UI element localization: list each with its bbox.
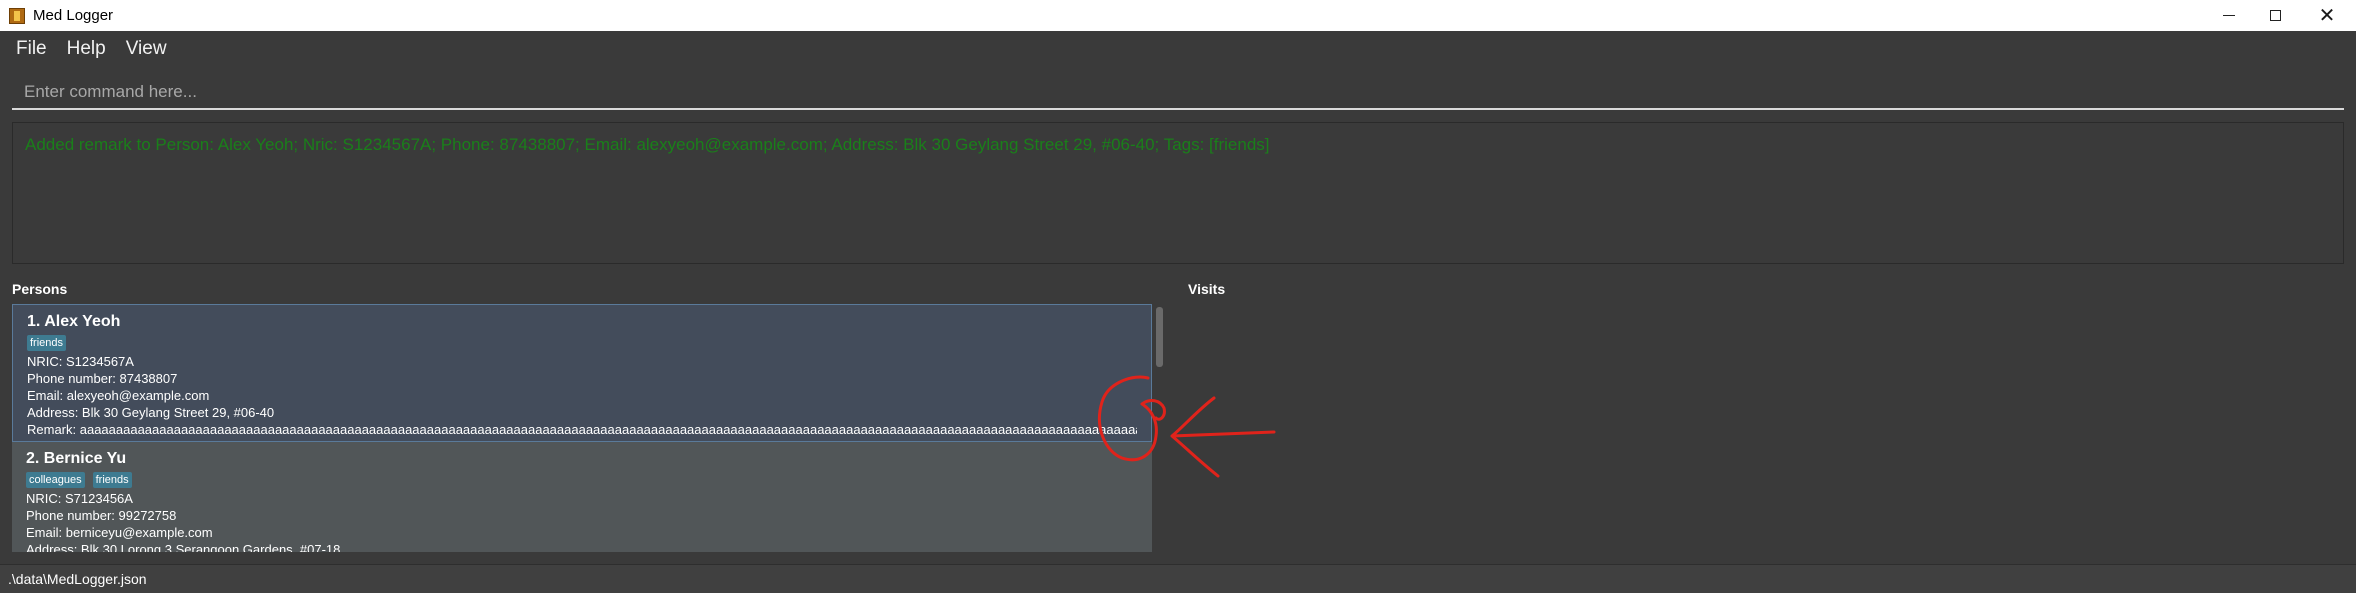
- person-email: Email: berniceyu@example.com: [26, 525, 213, 540]
- window-title: Med Logger: [33, 7, 114, 24]
- close-button[interactable]: ✕: [2298, 0, 2356, 31]
- person-email: Email: alexyeoh@example.com: [27, 388, 210, 403]
- annotation-arrow: [1170, 396, 1276, 478]
- person-phone: Phone number: 87438807: [27, 371, 178, 386]
- annotation-circle: [1097, 375, 1166, 462]
- command-input[interactable]: [24, 82, 2332, 102]
- person-card[interactable]: 2. Bernice Yu colleagues friends NRIC: S…: [12, 442, 1152, 552]
- minimize-button[interactable]: [2206, 0, 2252, 31]
- person-list-scrollbar[interactable]: [1156, 307, 1163, 367]
- person-remark: Remark: aaaaaaaaaaaaaaaaaaaaaaaaaaaaaaaa…: [27, 422, 1137, 437]
- person-address: Address: Blk 30 Lorong 3 Serangoon Garde…: [26, 542, 341, 552]
- person-phone: Phone number: 99272758: [26, 508, 177, 523]
- person-name: 1. Alex Yeoh: [27, 313, 121, 330]
- red-annotation-drawing: [1097, 375, 1276, 478]
- window-controls: ✕: [2206, 0, 2356, 31]
- visits-panel-title: Visits: [1188, 281, 1226, 297]
- maximize-button[interactable]: [2252, 0, 2298, 31]
- close-icon: ✕: [2318, 5, 2336, 27]
- person-card[interactable]: 1. Alex Yeoh friends NRIC: S1234567A Pho…: [12, 304, 1152, 442]
- menu-file[interactable]: File: [16, 38, 47, 60]
- tag: colleagues: [26, 472, 85, 488]
- title-bar: Med Logger ✕: [0, 0, 2356, 31]
- tag: friends: [27, 335, 67, 351]
- person-nric: NRIC: S1234567A: [27, 354, 134, 369]
- maximize-icon: [2269, 10, 2281, 21]
- menu-help[interactable]: Help: [67, 38, 106, 60]
- minimize-icon: [2223, 15, 2235, 16]
- persons-panel-title: Persons: [12, 281, 68, 297]
- status-bar: .\data\MedLogger.json: [0, 564, 2356, 593]
- person-name: 2. Bernice Yu: [26, 450, 127, 467]
- person-list[interactable]: 1. Alex Yeoh friends NRIC: S1234567A Pho…: [12, 304, 1152, 552]
- menu-view[interactable]: View: [126, 38, 167, 60]
- person-address: Address: Blk 30 Geylang Street 29, #06-4…: [27, 405, 275, 420]
- person-nric: NRIC: S7123456A: [26, 491, 133, 506]
- tag: friends: [92, 472, 132, 488]
- save-location-path: .\data\MedLogger.json: [8, 571, 147, 587]
- app-logo-icon: [9, 7, 25, 24]
- result-message: Added remark to Person: Alex Yeoh; Nric:…: [25, 135, 1270, 154]
- result-display: Added remark to Person: Alex Yeoh; Nric:…: [12, 122, 2344, 264]
- menu-bar: File Help View: [0, 31, 2356, 67]
- tag-list: colleagues friends: [26, 472, 1138, 488]
- tag-list: friends: [27, 335, 1137, 351]
- command-box: [12, 76, 2344, 110]
